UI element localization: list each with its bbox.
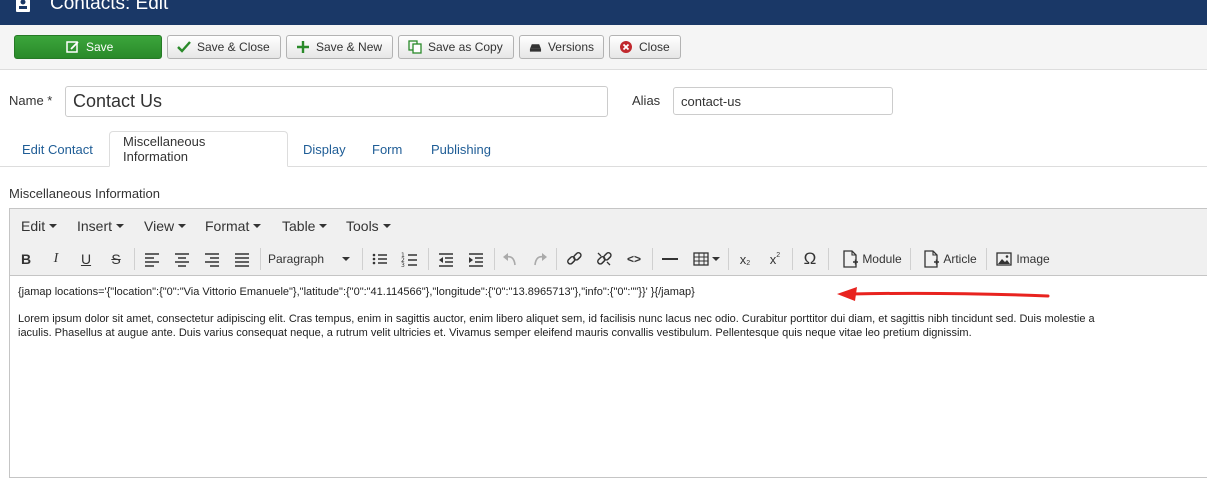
- close-button[interactable]: Close: [609, 35, 681, 59]
- menu-insert[interactable]: Insert: [77, 218, 125, 234]
- annotation-arrow-icon: [837, 287, 1050, 301]
- toolbar-separator: [260, 248, 261, 270]
- save-button[interactable]: Save: [14, 35, 162, 59]
- rich-text-editor: Edit Insert View Format Table Tools B I …: [9, 208, 1207, 478]
- toolbar-separator: [792, 248, 793, 270]
- tab-publishing[interactable]: Publishing: [418, 131, 504, 167]
- insert-module-button[interactable]: Module: [836, 247, 908, 271]
- editor-menubar: Edit Insert View Format Table Tools: [10, 209, 1207, 244]
- caret-down-icon: [253, 224, 262, 228]
- italic-icon[interactable]: I: [46, 247, 66, 271]
- archive-icon: [529, 44, 542, 52]
- app-header: Contacts: Edit: [0, 0, 1207, 25]
- horizontal-rule-icon[interactable]: [660, 247, 680, 271]
- caret-down-icon: [319, 224, 328, 228]
- redo-icon[interactable]: [530, 247, 550, 271]
- tab-edit-contact[interactable]: Edit Contact: [9, 131, 106, 167]
- toolbar-separator: [986, 248, 987, 270]
- code-icon[interactable]: <>: [624, 247, 644, 271]
- bold-icon[interactable]: B: [16, 247, 36, 271]
- copy-icon: [408, 40, 422, 54]
- special-character-icon[interactable]: Ω: [800, 247, 820, 271]
- toolbar-separator: [828, 248, 829, 270]
- menu-table[interactable]: Table: [282, 218, 328, 234]
- alias-label: Alias: [632, 93, 661, 108]
- lorem-paragraph: Lorem ipsum dolor sit amet, consectetur …: [18, 313, 1095, 339]
- menu-edit[interactable]: Edit: [21, 218, 58, 234]
- plus-icon: [297, 41, 309, 53]
- cancel-icon: [620, 41, 632, 53]
- align-justify-icon[interactable]: [232, 247, 252, 271]
- insert-article-button[interactable]: Article: [916, 247, 984, 271]
- indent-icon[interactable]: [466, 247, 486, 271]
- paragraph-format-select[interactable]: Paragraph: [266, 247, 354, 271]
- action-toolbar: Save Save & Close Save & New Save as Cop…: [0, 25, 1207, 70]
- file-add-icon: [924, 250, 940, 268]
- save-as-copy-button[interactable]: Save as Copy: [398, 35, 514, 59]
- unlink-icon[interactable]: [594, 247, 614, 271]
- image-icon: [996, 252, 1012, 266]
- undo-icon[interactable]: [500, 247, 520, 271]
- menu-format[interactable]: Format: [205, 218, 262, 234]
- caret-down-icon: [178, 224, 187, 228]
- editor-format-toolbar: B I U S Paragraph 123 <> x2 x 2 Ω Module…: [10, 243, 1207, 276]
- tab-display[interactable]: Display: [290, 131, 359, 167]
- page-title: Contacts: Edit: [50, 0, 169, 14]
- toolbar-separator: [428, 248, 429, 270]
- tab-miscellaneous-information[interactable]: Miscellaneous Information: [109, 131, 288, 167]
- bullet-list-icon[interactable]: [370, 247, 390, 271]
- toolbar-separator: [556, 248, 557, 270]
- align-right-icon[interactable]: [202, 247, 222, 271]
- subscript-icon[interactable]: x2: [734, 247, 756, 271]
- save-close-button[interactable]: Save & Close: [167, 35, 281, 59]
- superscript-icon[interactable]: x2: [764, 247, 786, 271]
- contact-book-icon: [16, 0, 30, 12]
- insert-image-button[interactable]: Image: [992, 247, 1054, 271]
- toolbar-separator: [494, 248, 495, 270]
- edit-icon: [66, 41, 79, 53]
- name-input[interactable]: Contact Us: [65, 86, 608, 117]
- strikethrough-icon[interactable]: S: [106, 247, 126, 271]
- align-left-icon[interactable]: [142, 247, 162, 271]
- file-add-icon: [843, 250, 859, 268]
- link-icon[interactable]: [564, 247, 584, 271]
- section-title: Miscellaneous Information: [9, 186, 161, 201]
- check-icon: [177, 41, 191, 53]
- numbered-list-icon[interactable]: 123: [400, 247, 420, 271]
- tab-form[interactable]: Form: [359, 131, 415, 167]
- underline-icon[interactable]: U: [76, 247, 96, 271]
- caret-down-icon: [342, 257, 350, 261]
- table-grid-icon: [692, 252, 709, 266]
- name-label: Name *: [9, 93, 53, 108]
- toolbar-separator: [728, 248, 729, 270]
- caret-down-icon: [116, 224, 125, 228]
- save-new-button[interactable]: Save & New: [286, 35, 393, 59]
- toolbar-separator: [910, 248, 911, 270]
- outdent-icon[interactable]: [436, 247, 456, 271]
- menu-view[interactable]: View: [144, 218, 187, 234]
- jamap-shortcode: {jamap locations='{"location":{"0":"Via …: [18, 286, 695, 298]
- editor-content-area[interactable]: {jamap locations='{"location":{"0":"Via …: [10, 276, 1207, 476]
- alias-input[interactable]: contact-us: [673, 87, 893, 115]
- caret-down-icon: [49, 224, 58, 228]
- caret-down-icon: [711, 257, 720, 261]
- toolbar-separator: [134, 248, 135, 270]
- svg-text:3: 3: [401, 262, 405, 269]
- versions-button[interactable]: Versions: [519, 35, 604, 59]
- toolbar-separator: [652, 248, 653, 270]
- toolbar-separator: [362, 248, 363, 270]
- menu-tools[interactable]: Tools: [346, 218, 391, 234]
- table-insert-icon[interactable]: [690, 247, 722, 271]
- align-center-icon[interactable]: [172, 247, 192, 271]
- caret-down-icon: [382, 224, 391, 228]
